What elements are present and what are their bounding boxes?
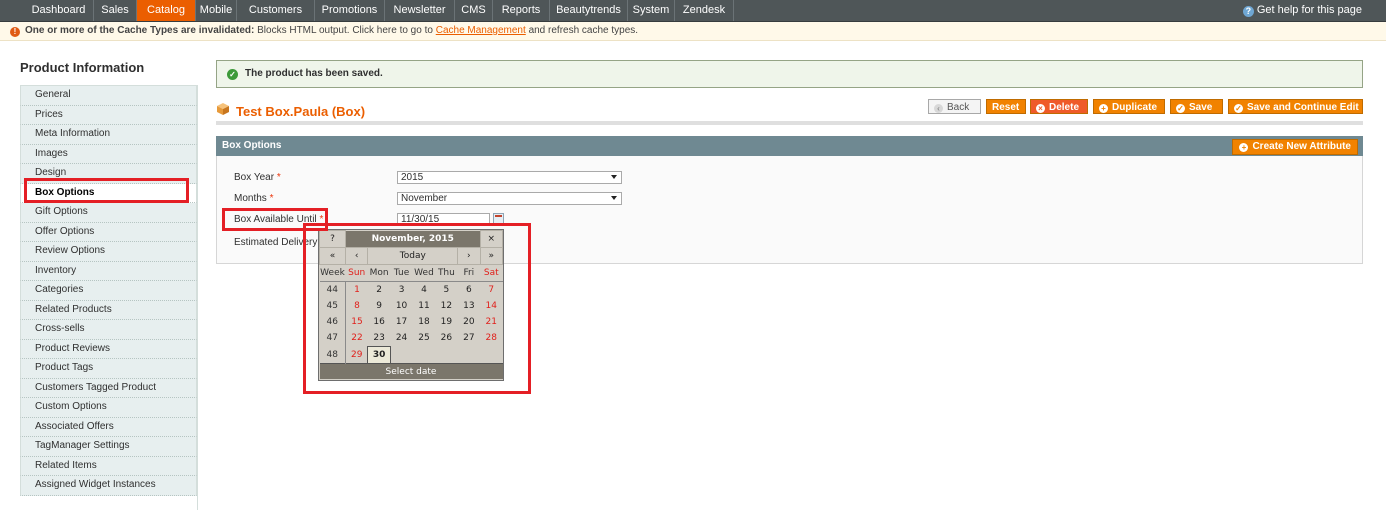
- highlight-box-options-tab: [24, 178, 189, 203]
- delete-x-icon: ×: [1036, 104, 1045, 113]
- warning-icon: !: [10, 27, 20, 37]
- tab-offer-options[interactable]: Offer Options: [20, 222, 197, 242]
- box-options-header: Box Options + Create New Attribute: [216, 136, 1363, 156]
- tab-review-options[interactable]: Review Options: [20, 242, 197, 262]
- tab-images[interactable]: Images: [20, 144, 197, 164]
- success-message: ✓ The product has been saved.: [216, 60, 1363, 88]
- back-label: Back: [947, 102, 970, 113]
- tab-cross-sells[interactable]: Cross-sells: [20, 320, 197, 340]
- reset-label: Reset: [992, 102, 1020, 113]
- create-attribute-label: Create New Attribute: [1252, 141, 1351, 152]
- box-options-title: Box Options: [222, 140, 282, 151]
- duplicate-button[interactable]: + Duplicate: [1093, 99, 1165, 114]
- tab-product-tags[interactable]: Product Tags: [20, 359, 197, 379]
- notice-tail: and refresh cache types.: [528, 25, 639, 36]
- sidebar-divider: [197, 85, 198, 510]
- dropdown-arrow-icon: [611, 175, 617, 179]
- nav-customers[interactable]: Customers: [237, 0, 315, 21]
- tab-product-reviews[interactable]: Product Reviews: [20, 339, 197, 359]
- tab-assigned-widget-instances[interactable]: Assigned Widget Instances: [20, 476, 197, 496]
- delete-button[interactable]: × Delete: [1030, 99, 1088, 114]
- tab-customers-tagged-product[interactable]: Customers Tagged Product: [20, 378, 197, 398]
- save-continue-button[interactable]: ✓ Save and Continue Edit: [1228, 99, 1363, 114]
- nav-system[interactable]: System: [628, 0, 675, 21]
- tab-general[interactable]: General: [20, 86, 197, 106]
- help-label: Get help for this page: [1256, 4, 1362, 16]
- help-link[interactable]: ? Get help for this page: [1242, 0, 1362, 21]
- plus-icon: +: [1099, 104, 1108, 113]
- create-attribute-button[interactable]: + Create New Attribute: [1232, 139, 1358, 155]
- nav-newsletter[interactable]: Newsletter: [385, 0, 455, 21]
- highlight-calendar-popup: [303, 223, 531, 394]
- tab-custom-options[interactable]: Custom Options: [20, 398, 197, 418]
- tab-categories[interactable]: Categories: [20, 281, 197, 301]
- notice-bold: One or more of the Cache Types are inval…: [25, 25, 255, 36]
- success-text: The product has been saved.: [245, 68, 383, 79]
- box-year-select[interactable]: 2015: [397, 171, 622, 184]
- nav-promotions[interactable]: Promotions: [315, 0, 385, 21]
- plus-icon: +: [1239, 143, 1249, 152]
- tab-prices[interactable]: Prices: [20, 105, 197, 125]
- save-continue-label: Save and Continue Edit: [1247, 102, 1359, 113]
- cache-notice: ! One or more of the Cache Types are inva…: [0, 22, 1386, 41]
- months-label: Months *: [234, 193, 273, 204]
- delete-label: Delete: [1049, 102, 1080, 113]
- reset-button[interactable]: Reset: [986, 99, 1026, 114]
- back-arrow-icon: ‹: [934, 104, 943, 113]
- notice-text: Blocks HTML output. Click here to go to: [257, 25, 433, 36]
- nav-sales[interactable]: Sales: [94, 0, 137, 21]
- tab-gift-options[interactable]: Gift Options: [20, 203, 197, 223]
- nav-dashboard[interactable]: Dashboard: [24, 0, 94, 21]
- tab-meta-information[interactable]: Meta Information: [20, 125, 197, 145]
- box-year-label: Box Year *: [234, 172, 281, 183]
- check-icon: ✓: [1234, 104, 1243, 113]
- help-icon: ?: [1242, 6, 1254, 17]
- nav-catalog[interactable]: Catalog: [137, 0, 196, 21]
- cache-management-link[interactable]: Cache Management: [436, 25, 526, 36]
- sidebar-title: Product Information: [20, 60, 145, 75]
- tab-tagmanager-settings[interactable]: TagManager Settings: [20, 437, 197, 457]
- tab-associated-offers[interactable]: Associated Offers: [20, 417, 197, 437]
- tab-related-items[interactable]: Related Items: [20, 456, 197, 476]
- box-year-label-text: Box Year: [234, 172, 275, 183]
- back-button[interactable]: ‹ Back: [928, 99, 981, 114]
- top-navigation: Dashboard Sales Catalog Mobile Customers…: [0, 0, 1386, 22]
- nav-zendesk[interactable]: Zendesk: [675, 0, 734, 21]
- product-cube-icon: [217, 103, 229, 115]
- tab-related-products[interactable]: Related Products: [20, 300, 197, 320]
- nav-reports[interactable]: Reports: [493, 0, 550, 21]
- box-year-value: 2015: [401, 172, 424, 183]
- required-mark: *: [269, 193, 274, 204]
- dropdown-arrow-icon: [611, 196, 617, 200]
- months-select[interactable]: November: [397, 192, 622, 205]
- success-check-icon: ✓: [227, 69, 238, 80]
- nav-cms[interactable]: CMS: [455, 0, 493, 21]
- save-button[interactable]: ✓ Save: [1170, 99, 1223, 114]
- save-label: Save: [1189, 102, 1213, 113]
- tab-inventory[interactable]: Inventory: [20, 261, 197, 281]
- months-value: November: [401, 193, 448, 204]
- check-icon: ✓: [1176, 104, 1185, 113]
- duplicate-label: Duplicate: [1112, 102, 1158, 113]
- product-tabs: General Prices Meta Information Images D…: [20, 85, 197, 496]
- page-title: Test Box.Paula (Box): [236, 104, 366, 119]
- months-label-text: Months: [234, 193, 267, 204]
- required-mark: *: [276, 172, 281, 183]
- nav-mobile[interactable]: Mobile: [196, 0, 237, 21]
- nav-beautytrends[interactable]: Beautytrends: [550, 0, 628, 21]
